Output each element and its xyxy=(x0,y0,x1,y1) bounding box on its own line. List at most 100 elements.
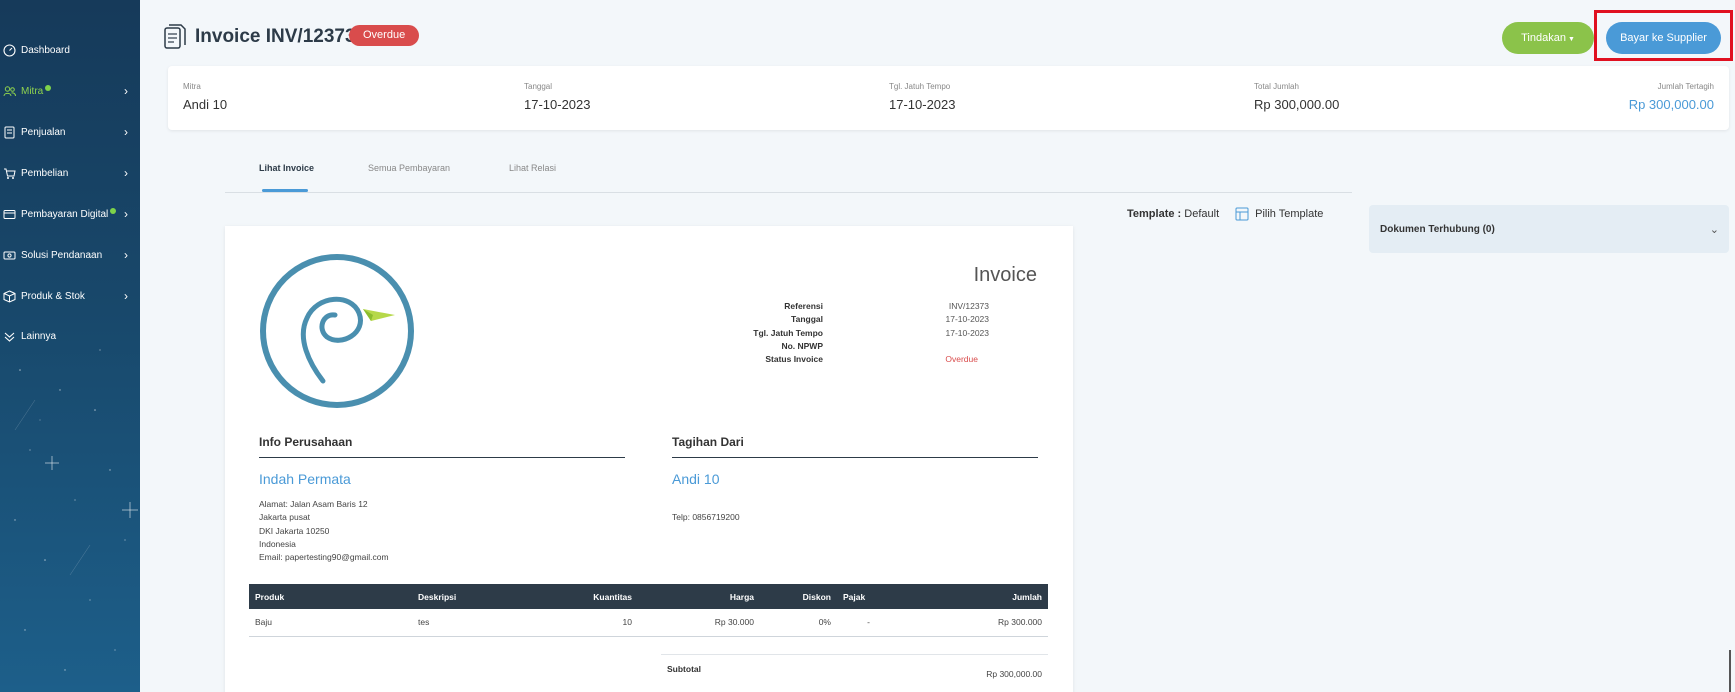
invoice-icon xyxy=(2,125,16,139)
active-tab-indicator xyxy=(262,189,308,192)
meta-label: Status Invoice xyxy=(765,354,823,365)
table-row: Baju tes 10 Rp 30.000 0% - Rp 300.000 xyxy=(249,609,1048,637)
notification-dot xyxy=(110,207,117,214)
related-documents-label: Dokumen Terhubung (0) xyxy=(1380,224,1495,235)
scrollbar[interactable] xyxy=(1729,650,1731,692)
meta-value: 17-10-2023 xyxy=(945,314,989,325)
summary-mitra: Mitra Andi 10 xyxy=(183,82,227,112)
sidebar-item-penjualan[interactable]: Penjualan › xyxy=(0,118,140,146)
cell-deskripsi: tes xyxy=(412,609,572,637)
total-value: Rp 300,000.00 xyxy=(1254,97,1340,112)
invoice-summary-card: Mitra Andi 10 Tanggal 17-10-2023 Tgl. Ja… xyxy=(168,66,1729,130)
sidebar-item-pembelian[interactable]: Pembelian › xyxy=(0,159,140,187)
sidebar-item-label: Pembayaran Digital xyxy=(21,208,109,220)
sidebar: Dashboard Mitra › Penjualan › Pembelian › Pemba… xyxy=(0,0,140,692)
chevron-right-icon: › xyxy=(124,248,128,262)
template-value: Default xyxy=(1184,208,1220,220)
status-badge: Overdue xyxy=(349,25,420,46)
sidebar-item-dashboard[interactable]: Dashboard xyxy=(0,36,140,64)
money-icon xyxy=(2,248,16,262)
invoice-preview: Invoice Referensi Tanggal Tgl. Jatuh Tem… xyxy=(225,226,1073,692)
users-icon xyxy=(2,84,16,98)
billed-value: Rp 300,000.00 xyxy=(1628,97,1714,112)
invoice-meta-labels: Referensi Tanggal Tgl. Jatuh Tempo No. N… xyxy=(705,300,823,366)
billed-label: Jumlah Tertagih xyxy=(1657,82,1714,91)
col-deskripsi: Deskripsi xyxy=(412,584,572,609)
tab-lihat-relasi[interactable]: Lihat Relasi xyxy=(509,163,556,173)
mitra-label: Mitra xyxy=(183,82,201,91)
col-jumlah: Jumlah xyxy=(900,584,1048,609)
tab-semua-pembayaran[interactable]: Semua Pembayaran xyxy=(368,163,450,173)
sidebar-item-produk-stok[interactable]: Produk & Stok › xyxy=(0,282,140,310)
invoice-meta-values: INV/12373 17-10-2023 17-10-2023 Overdue xyxy=(865,300,989,366)
choose-template-link[interactable]: Pilih Template xyxy=(1235,207,1323,221)
related-documents-panel[interactable]: Dokumen Terhubung (0) ⌄ xyxy=(1369,205,1729,253)
address-line: Alamat: Jalan Asam Baris 12 xyxy=(259,499,368,509)
chevron-right-icon: › xyxy=(124,289,128,303)
summary-date: Tanggal 17-10-2023 xyxy=(524,82,591,112)
template-icon xyxy=(1235,207,1249,221)
date-value: 17-10-2023 xyxy=(524,97,591,112)
choose-template-label: Pilih Template xyxy=(1255,208,1324,220)
mitra-value: Andi 10 xyxy=(183,97,228,112)
chevron-right-icon: › xyxy=(124,207,128,221)
bill-from-phone: Telp: 0856719200 xyxy=(672,512,740,522)
meta-label: Referensi xyxy=(784,301,823,311)
company-address: Alamat: Jalan Asam Baris 12 Jakarta pusa… xyxy=(259,498,389,564)
sidebar-item-lainnya[interactable]: Lainnya xyxy=(0,322,140,350)
sidebar-item-label: Penjualan xyxy=(21,126,66,138)
tab-lihat-invoice[interactable]: Lihat Invoice xyxy=(259,163,314,173)
total-label: Total Jumlah xyxy=(1254,82,1299,91)
page-title: Invoice INV/12373 xyxy=(195,26,356,47)
subtotal-value: Rp 300,000.00 xyxy=(986,669,1042,679)
date-label: Tanggal xyxy=(524,82,553,91)
bill-from-heading: Tagihan Dari xyxy=(672,435,1038,458)
more-icon xyxy=(2,329,16,343)
sidebar-item-mitra[interactable]: Mitra › xyxy=(0,77,140,105)
caret-down-icon: ▼ xyxy=(1567,36,1575,43)
summary-billed: Jumlah Tertagih Rp 300,000.00 xyxy=(1629,82,1714,112)
bill-from-name: Andi 10 xyxy=(672,471,720,487)
col-produk: Produk xyxy=(249,584,412,609)
actions-label: Tindakan xyxy=(1521,32,1566,44)
col-kuantitas: Kuantitas xyxy=(572,584,638,609)
invoice-items-table: Produk Deskripsi Kuantitas Harga Diskon … xyxy=(249,584,1048,637)
sidebar-item-label: Dashboard xyxy=(21,44,70,56)
company-info-heading: Info Perusahaan xyxy=(259,435,625,458)
meta-label: Tanggal xyxy=(791,314,823,325)
template-selector: Template : Default Pilih Template xyxy=(1127,207,1323,221)
cell-jumlah: Rp 300.000 xyxy=(900,609,1048,637)
invoice-status-value: Overdue xyxy=(945,354,978,365)
notification-dot xyxy=(45,84,52,91)
subtotal-row: Subtotal Rp 300,000.00 xyxy=(661,654,1048,692)
invoice-tabs: Lihat Invoice Semua Pembayaran Lihat Rel… xyxy=(225,155,1352,193)
box-icon xyxy=(2,289,16,303)
cell-kuantitas: 10 xyxy=(572,609,638,637)
due-date-value: 17-10-2023 xyxy=(889,97,956,112)
meta-label: Tgl. Jatuh Tempo xyxy=(753,327,823,338)
cell-harga: Rp 30.000 xyxy=(638,609,760,637)
actions-dropdown-button[interactable]: Tindakan ▼ xyxy=(1502,22,1594,54)
address-line: DKI Jakarta 10250 xyxy=(259,525,330,536)
cart-icon xyxy=(2,166,16,180)
sidebar-item-label: Lainnya xyxy=(21,330,57,342)
summary-total: Total Jumlah Rp 300,000.00 xyxy=(1254,82,1339,112)
address-line: Jakarta pusat xyxy=(259,512,311,523)
card-icon xyxy=(2,207,16,221)
chevron-right-icon: › xyxy=(124,84,128,98)
company-logo xyxy=(260,254,414,408)
address-line: Email: papertesting90@gmail.com xyxy=(259,552,389,563)
sidebar-item-solusi-pendanaan[interactable]: Solusi Pendanaan › xyxy=(0,241,140,269)
sidebar-item-pembayaran-digital[interactable]: Pembayaran Digital › xyxy=(0,200,140,228)
company-name: Indah Permata xyxy=(259,471,351,487)
chevron-right-icon: › xyxy=(124,166,128,180)
meta-label: No. NPWP xyxy=(781,340,823,351)
chevron-down-icon: ⌄ xyxy=(1709,224,1719,236)
table-header-row: Produk Deskripsi Kuantitas Harga Diskon … xyxy=(249,584,1048,609)
meta-value xyxy=(865,340,989,353)
cell-produk: Baju xyxy=(249,609,412,637)
highlight-box xyxy=(1594,10,1733,61)
due-date-label: Tgl. Jatuh Tempo xyxy=(889,82,951,91)
dashboard-icon xyxy=(2,43,16,57)
invoice-heading: Invoice xyxy=(973,264,1037,286)
